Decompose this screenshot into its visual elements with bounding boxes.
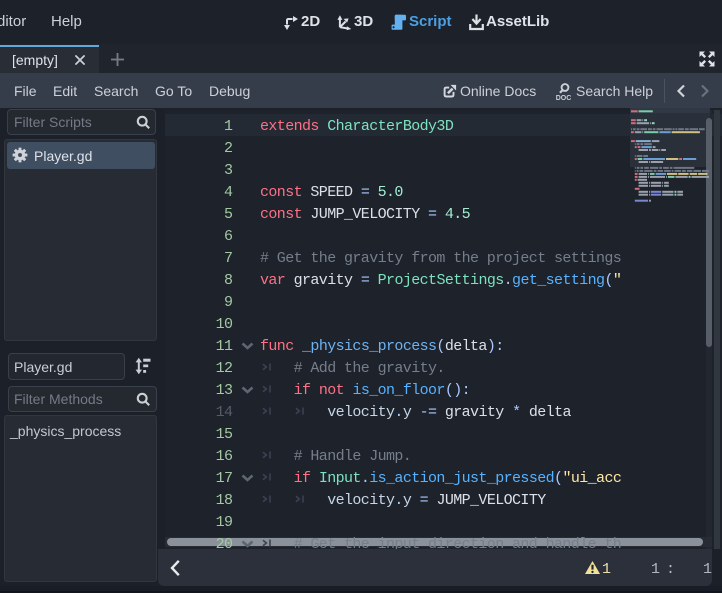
svg-text:DOC: DOC xyxy=(556,95,572,101)
